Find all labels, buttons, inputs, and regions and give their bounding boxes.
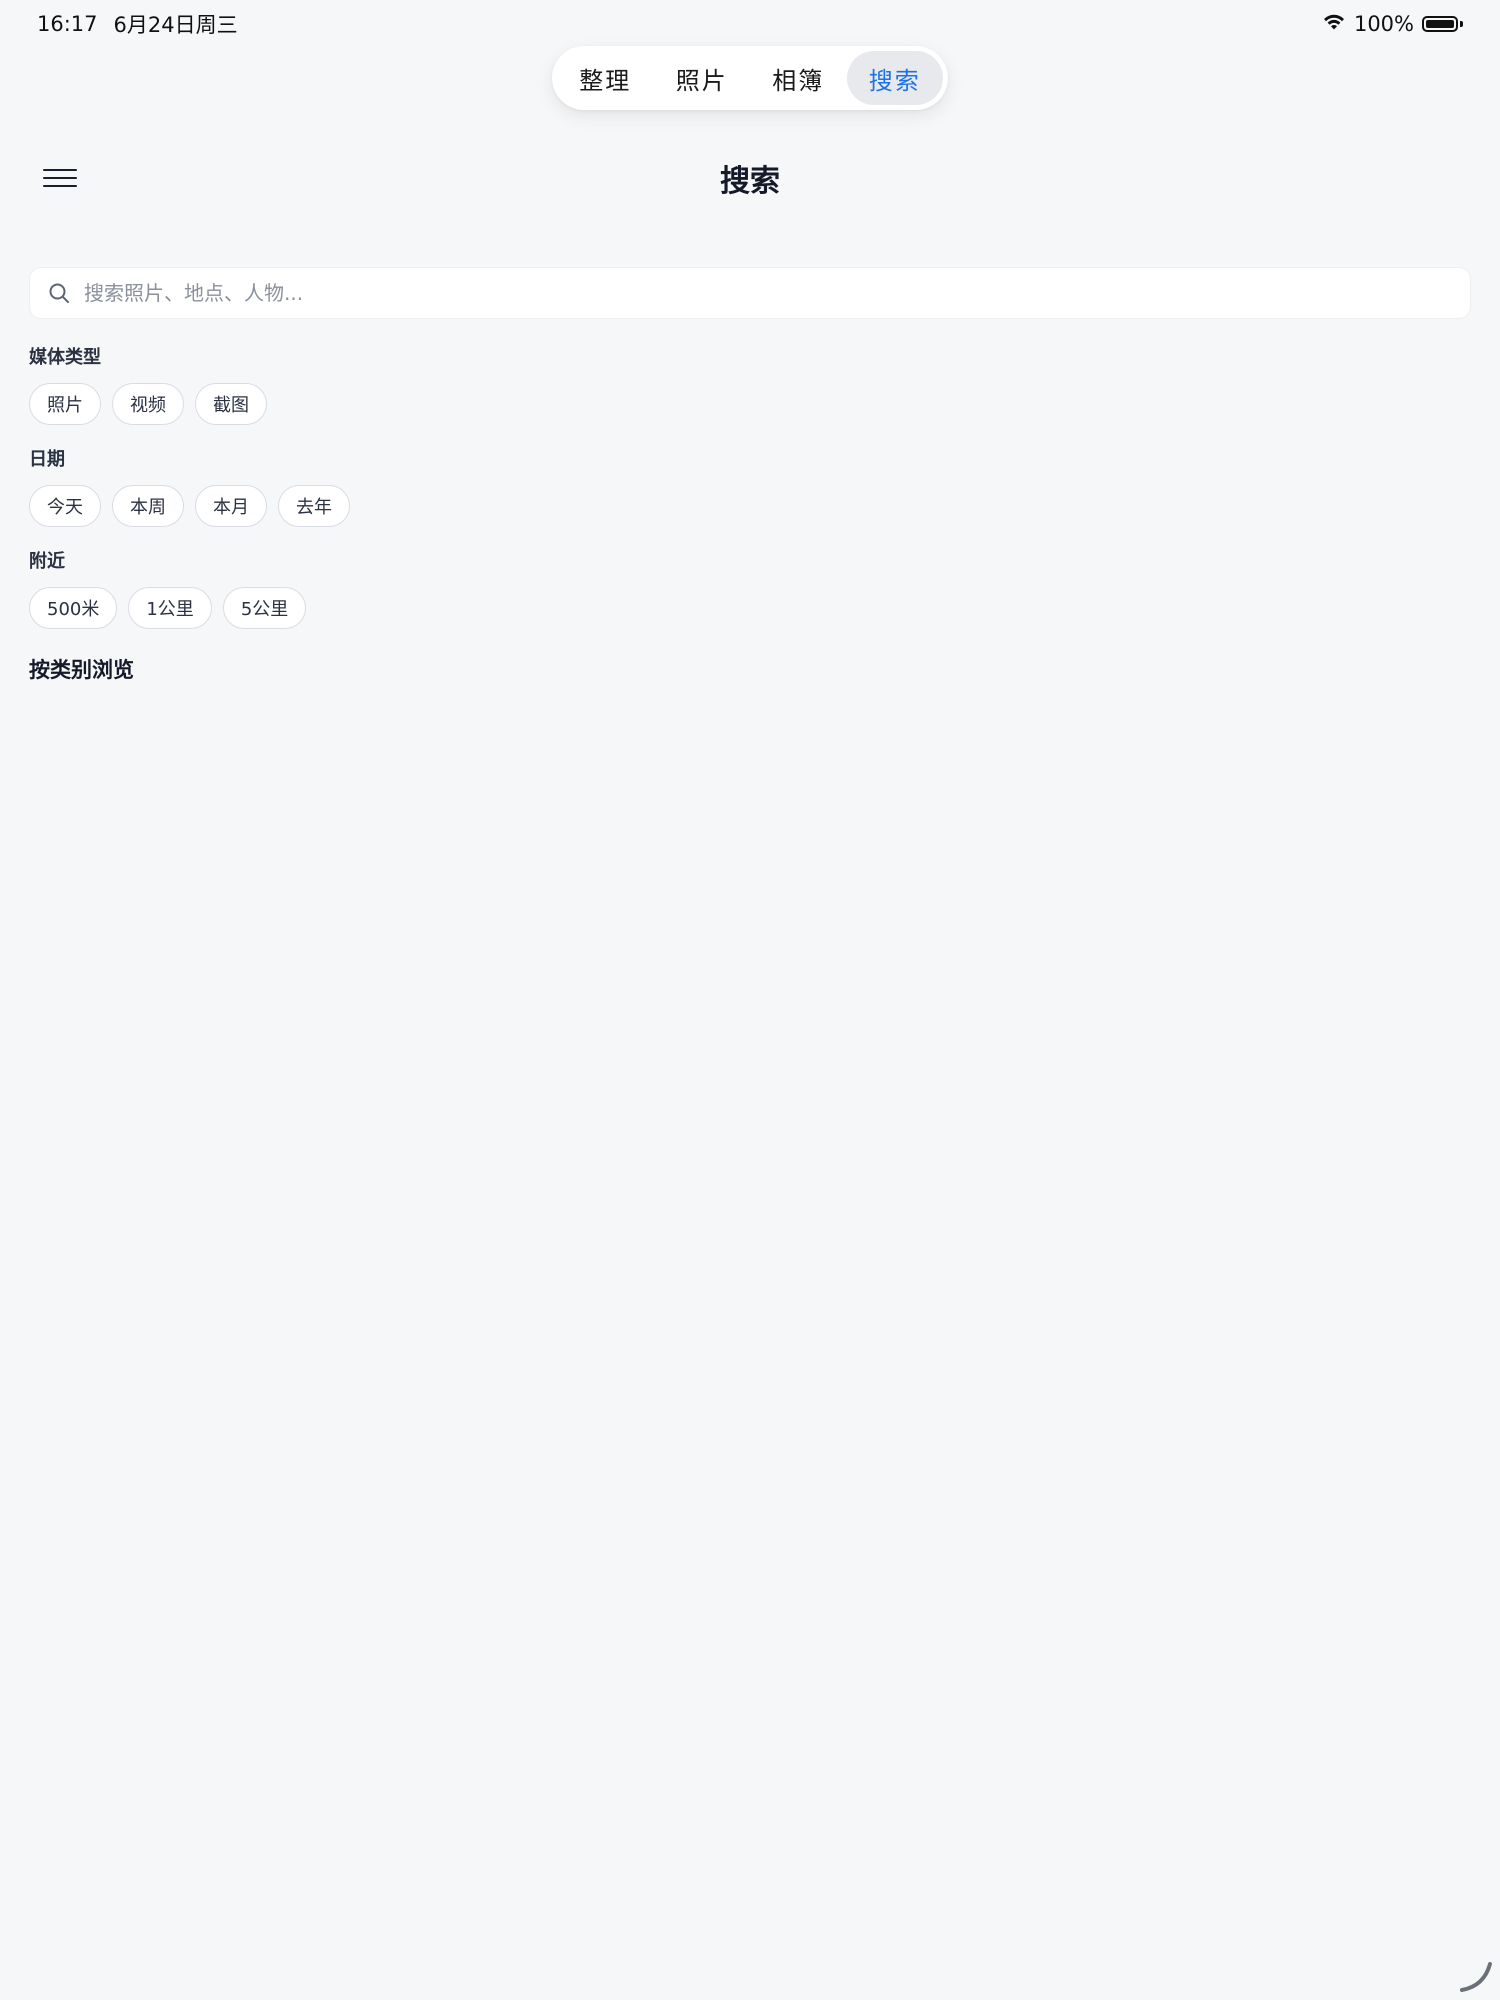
tab-search[interactable]: 搜索 bbox=[846, 51, 943, 105]
search-screen: 16:17 6月24日周三 100% 整理 照片 相簿 搜索 搜索 搜索照片、地… bbox=[0, 0, 1500, 2000]
chip-screenshots[interactable]: 截图 bbox=[195, 383, 267, 425]
battery-fill bbox=[1426, 20, 1454, 28]
chip-photos[interactable]: 照片 bbox=[29, 383, 101, 425]
status-right: 100% bbox=[1322, 12, 1463, 36]
page-title: 搜索 bbox=[720, 164, 780, 199]
battery-icon bbox=[1422, 16, 1463, 32]
resize-handle-icon[interactable] bbox=[1458, 1958, 1494, 1994]
battery-percent: 100% bbox=[1353, 12, 1414, 36]
chip-this-month[interactable]: 本月 bbox=[195, 485, 267, 527]
status-bar: 16:17 6月24日周三 100% bbox=[37, 10, 1463, 38]
tab-albums[interactable]: 相簿 bbox=[750, 51, 847, 105]
browse-by-category-title: 按类别浏览 bbox=[29, 658, 134, 682]
search-input[interactable] bbox=[82, 280, 1446, 306]
nearby-chips: 500米 1公里 5公里 bbox=[29, 587, 307, 629]
wifi-icon bbox=[1322, 12, 1346, 36]
chip-this-week[interactable]: 本周 bbox=[112, 485, 184, 527]
chip-1km[interactable]: 1公里 bbox=[128, 587, 212, 629]
chip-videos[interactable]: 视频 bbox=[112, 383, 184, 425]
status-date: 6月24日周三 bbox=[113, 13, 238, 37]
tab-bar: 整理 照片 相簿 搜索 bbox=[552, 46, 948, 110]
chip-5km[interactable]: 5公里 bbox=[222, 587, 307, 629]
chip-last-year[interactable]: 去年 bbox=[278, 485, 350, 527]
media-type-chips: 照片 视频 截图 bbox=[29, 383, 267, 425]
status-left: 16:17 6月24日周三 bbox=[37, 9, 238, 39]
date-label: 日期 bbox=[29, 449, 65, 470]
battery-tip bbox=[1460, 21, 1463, 27]
search-icon bbox=[49, 283, 69, 303]
status-time: 16:17 bbox=[37, 12, 98, 36]
tab-photos[interactable]: 照片 bbox=[654, 51, 751, 105]
chip-today[interactable]: 今天 bbox=[29, 485, 101, 527]
nearby-label: 附近 bbox=[29, 551, 65, 572]
search-box[interactable] bbox=[29, 267, 1471, 319]
chip-500m[interactable]: 500米 bbox=[29, 587, 118, 629]
date-chips: 今天 本周 本月 去年 bbox=[29, 485, 350, 527]
media-type-label: 媒体类型 bbox=[29, 347, 101, 368]
tab-organize[interactable]: 整理 bbox=[557, 51, 654, 105]
battery-body bbox=[1422, 16, 1458, 32]
